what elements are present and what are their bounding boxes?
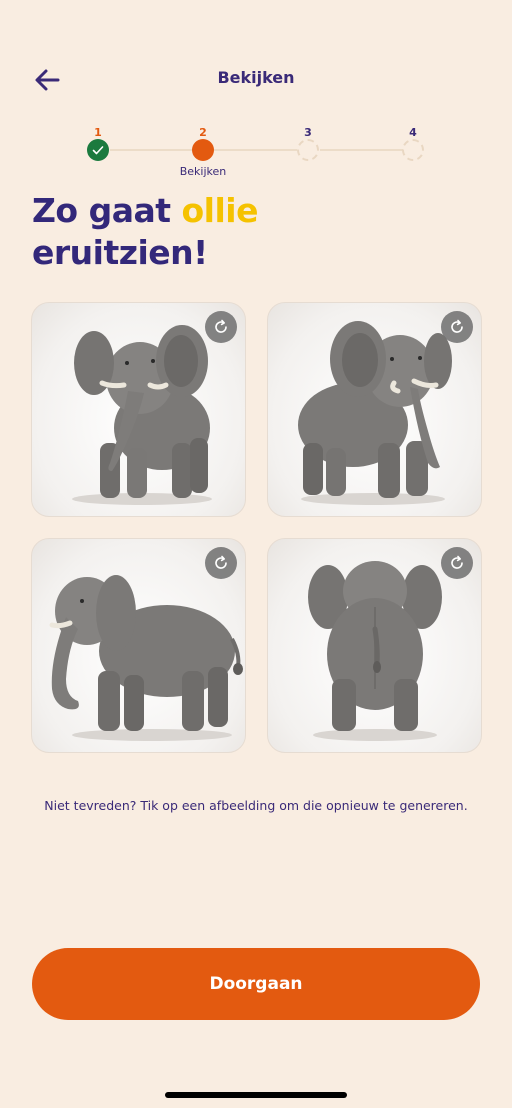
page-title: Bekijken <box>217 68 295 87</box>
refresh-icon <box>215 555 227 569</box>
regenerate-hint: Niet tevreden? Tik op een afbeelding om … <box>44 798 468 813</box>
step-4-circle <box>402 139 424 161</box>
image-card-side[interactable] <box>31 538 246 753</box>
headline-prefix: Zo gaat <box>32 191 182 230</box>
step-connector <box>110 149 193 151</box>
step-1-circle <box>87 139 109 161</box>
image-card-front-left[interactable] <box>31 302 246 517</box>
continue-button[interactable]: Doorgaan <box>32 948 480 1020</box>
refresh-icon <box>451 555 463 569</box>
refresh-icon <box>451 319 463 333</box>
home-indicator <box>165 1092 347 1098</box>
check-icon <box>92 146 104 155</box>
step-3-number: 3 <box>304 126 312 139</box>
step-connector <box>320 149 403 151</box>
step-2-label: Bekijken <box>179 165 227 178</box>
step-connector <box>214 149 297 151</box>
step-2-circle <box>192 139 214 161</box>
headline-suffix: eruitzien! <box>32 233 208 272</box>
regenerate-button[interactable] <box>205 547 237 579</box>
plush-name: ollie <box>181 191 259 230</box>
top-bar: Bekijken <box>0 58 512 98</box>
step-4-number: 4 <box>409 126 417 139</box>
image-grid <box>31 302 482 754</box>
regenerate-button[interactable] <box>441 547 473 579</box>
step-2-number: 2 <box>199 126 207 139</box>
progress-stepper: 1 2 Bekijken 3 4 <box>0 122 512 182</box>
regenerate-button[interactable] <box>441 311 473 343</box>
refresh-icon <box>215 319 227 333</box>
step-1-number: 1 <box>94 126 102 139</box>
headline: Zo gaat ollie eruitzien! <box>32 190 259 274</box>
regenerate-button[interactable] <box>205 311 237 343</box>
step-3-circle <box>297 139 319 161</box>
image-card-front-right[interactable] <box>267 302 482 517</box>
image-card-back[interactable] <box>267 538 482 753</box>
